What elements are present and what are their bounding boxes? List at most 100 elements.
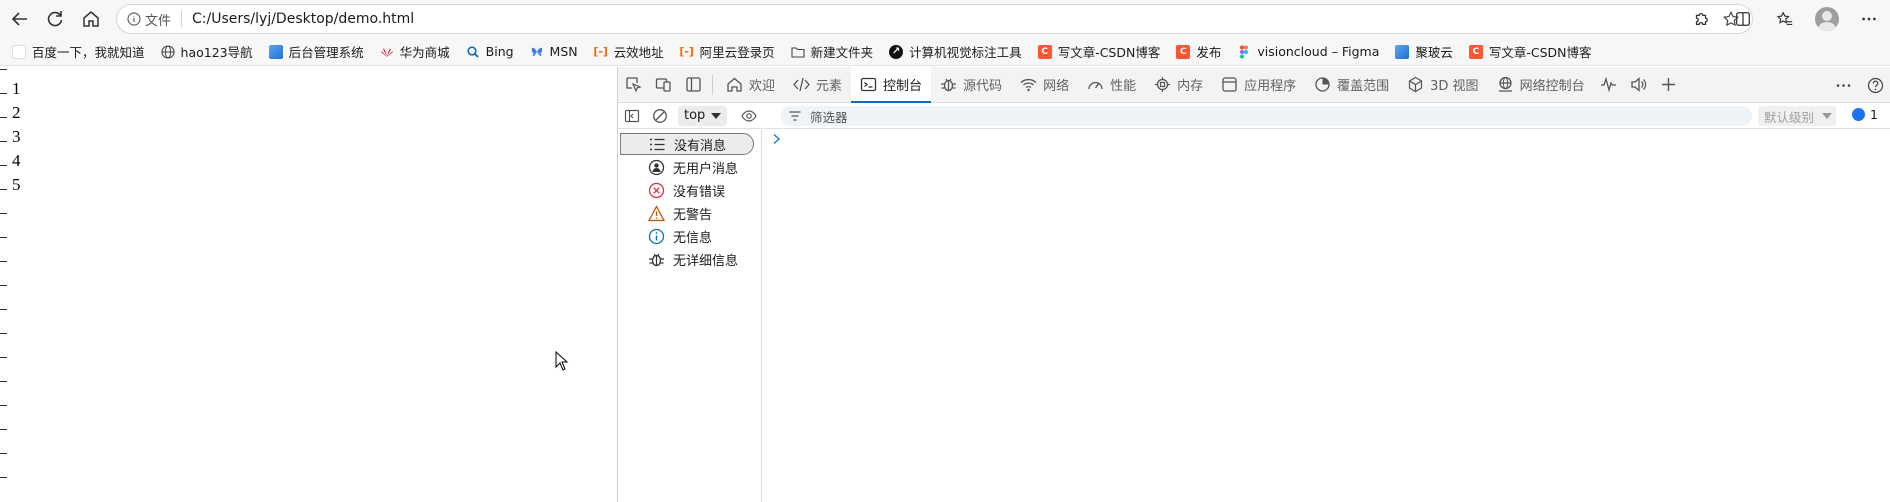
tab-application[interactable]: 应用程序 <box>1212 67 1305 103</box>
split-screen-button[interactable] <box>1722 2 1764 36</box>
tab-label: 网络控制台 <box>1519 79 1585 94</box>
gauge-icon <box>1088 81 1103 90</box>
aliyun-icon: [-] <box>679 45 694 58</box>
js-context-select[interactable]: top <box>678 105 728 126</box>
sidebar-item-warnings[interactable]: 无警告 <box>620 202 754 224</box>
bookmark-item[interactable]: C 发布 <box>1176 40 1231 64</box>
bookmark-label: 后台管理系统 <box>288 45 364 60</box>
performance-insights-button[interactable] <box>1594 67 1624 103</box>
sidebar-item-user-messages[interactable]: 无用户消息 <box>620 156 754 178</box>
bookmark-item[interactable]: ↗ 计算机视觉标注工具 <box>889 40 1032 64</box>
bookmark-item[interactable]: hao123导航 <box>160 40 263 64</box>
bookmark-item[interactable]: [-] 云效地址 <box>593 40 674 64</box>
inspect-icon <box>625 77 642 93</box>
console-toolbar: top 筛选器 默认级别 1 <box>618 103 1890 129</box>
error-icon <box>648 182 665 198</box>
bug-icon <box>649 253 664 266</box>
clear-icon <box>653 108 667 123</box>
cube-icon <box>1409 76 1423 93</box>
back-button[interactable] <box>3 2 37 36</box>
device-emulation-button[interactable] <box>648 67 678 103</box>
tab-elements[interactable]: 元素 <box>784 67 851 103</box>
tab-console[interactable]: 控制台 <box>851 66 932 104</box>
sidebar-item-errors[interactable]: 没有错误 <box>620 179 754 201</box>
home-button[interactable] <box>74 2 108 36</box>
info-icon <box>648 228 665 244</box>
page-line: 3 <box>12 127 21 146</box>
devtools-menu-button[interactable] <box>1827 67 1859 103</box>
network-console-icon <box>1498 76 1512 92</box>
inspect-element-button[interactable] <box>618 67 648 103</box>
context-value: top <box>684 108 706 123</box>
folder-icon <box>791 45 805 59</box>
tab-network[interactable]: 网络 <box>1011 67 1078 103</box>
console-output[interactable] <box>762 129 1890 502</box>
tab-label: 控制台 <box>883 79 923 94</box>
site-info-button[interactable]: 文件 <box>127 10 171 29</box>
tab-performance[interactable]: 性能 <box>1078 67 1145 103</box>
bookmark-item[interactable]: 后台管理系统 <box>268 40 374 64</box>
chip-icon <box>1155 77 1171 92</box>
csdn-icon: C <box>1176 44 1191 59</box>
bookmark-item[interactable]: [-] 阿里云登录页 <box>679 40 785 64</box>
blue-bookmark-icon <box>1395 44 1410 59</box>
address-url[interactable]: C:/Users/lyj/Desktop/demo.html <box>192 11 414 27</box>
sidebar-item-info[interactable]: 无信息 <box>620 225 754 247</box>
sidebar-item-label: 无信息 <box>673 230 713 246</box>
media-button[interactable] <box>1624 67 1654 103</box>
bookmark-item[interactable]: MSN <box>530 40 588 64</box>
bookmark-item[interactable]: C 写文章-CSDN博客 <box>1468 40 1602 64</box>
avatar <box>1815 7 1839 31</box>
favorites-button[interactable] <box>1764 2 1806 36</box>
wifi-icon <box>1020 78 1037 92</box>
tab-network-console[interactable]: 网络控制台 <box>1488 67 1594 103</box>
bookmark-item[interactable]: visioncloud – Figma <box>1237 40 1389 64</box>
more-dots-icon <box>1862 17 1876 21</box>
toggle-sidebar-button[interactable] <box>678 67 708 103</box>
address-bar[interactable]: 文件 C:/Users/lyj/Desktop/demo.html <box>116 4 1753 34</box>
tab-welcome[interactable]: 欢迎 <box>717 67 784 103</box>
sidebar-item-messages[interactable]: 没有消息 <box>620 133 754 155</box>
ruler <box>0 67 8 502</box>
bookmark-label: 发布 <box>1196 45 1222 60</box>
more-tools-button[interactable] <box>1654 67 1684 103</box>
tab-sources[interactable]: 源代码 <box>931 67 1011 103</box>
show-sidebar-button[interactable] <box>618 103 646 129</box>
page-line: 2 <box>12 103 21 122</box>
bookmark-item[interactable]: 百度一下，我就知道 <box>12 40 155 64</box>
clear-console-button[interactable] <box>646 103 674 129</box>
chevron-right-icon <box>773 133 781 145</box>
bug-icon <box>941 78 957 92</box>
page-viewport[interactable]: 1 2 3 4 5 <box>0 67 617 502</box>
live-expression-button[interactable] <box>735 103 763 129</box>
bookmark-item[interactable]: 华为商城 <box>380 40 460 64</box>
bookmark-label: 云效地址 <box>613 45 664 60</box>
tab-divider <box>712 74 713 95</box>
console-filter-input[interactable]: 筛选器 <box>780 106 1752 126</box>
bookmark-label: 写文章-CSDN博客 <box>1057 45 1161 60</box>
bookmark-item[interactable]: 聚玻云 <box>1395 40 1463 64</box>
page-line: 4 <box>12 151 21 170</box>
tab-memory[interactable]: 内存 <box>1145 67 1212 103</box>
settings-menu-button[interactable] <box>1848 2 1890 36</box>
page-line: 1 <box>12 79 21 98</box>
bookmark-item[interactable]: 新建文件夹 <box>791 40 884 64</box>
bookmark-item[interactable]: Bing <box>466 40 524 64</box>
list-icon <box>650 138 665 150</box>
sidebar-toggle-icon <box>624 109 640 122</box>
address-divider <box>181 11 183 27</box>
extensions-button[interactable] <box>1680 2 1722 36</box>
levels-value: 默认级别 <box>1764 109 1815 125</box>
profile-button[interactable] <box>1806 2 1848 36</box>
refresh-button[interactable] <box>38 2 72 36</box>
issues-counter[interactable]: 1 <box>1852 107 1878 122</box>
sidebar-item-label: 没有错误 <box>673 184 726 200</box>
tab-coverage[interactable]: 覆盖范围 <box>1305 67 1398 103</box>
bookmark-item[interactable]: C 写文章-CSDN博客 <box>1037 40 1171 64</box>
help-button[interactable] <box>1859 67 1890 103</box>
tab-3d-view[interactable]: 3D 视图 <box>1398 67 1487 103</box>
console-icon <box>860 77 877 92</box>
issue-info-icon <box>1852 108 1865 121</box>
sidebar-item-verbose[interactable]: 无详细信息 <box>620 248 754 270</box>
log-levels-dropdown[interactable]: 默认级别 <box>1758 106 1836 126</box>
